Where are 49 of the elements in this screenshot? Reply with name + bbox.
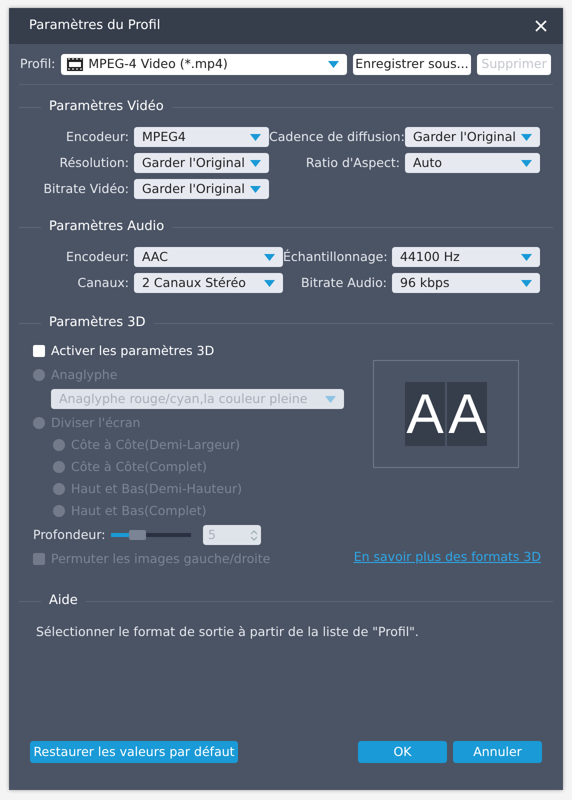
dropdown[interactable]: Auto bbox=[405, 153, 540, 173]
depth-label: Profondeur: bbox=[33, 526, 106, 544]
profile-dropdown[interactable]: MPEG-4 Video (*.mp4) bbox=[61, 54, 347, 75]
dropdown-caret-icon bbox=[250, 186, 261, 192]
window-title: Paramètres du Profil bbox=[29, 17, 160, 36]
dropdown-caret-icon bbox=[521, 160, 532, 166]
field-label: Échantillonnage: bbox=[283, 248, 389, 266]
spinner-arrows-icon bbox=[251, 530, 257, 540]
preview-letter: A bbox=[447, 382, 487, 446]
section-title: Paramètres 3D bbox=[48, 314, 147, 332]
checkbox[interactable] bbox=[33, 345, 45, 357]
dropdown[interactable]: AAC bbox=[134, 247, 283, 267]
dropdown[interactable]: Garder l'Original bbox=[134, 179, 269, 199]
section-title: Aide bbox=[48, 592, 79, 610]
checkbox-label: Activer les paramètres 3D bbox=[51, 342, 214, 360]
preview-letter: A bbox=[405, 382, 445, 446]
dropdown-caret-icon bbox=[521, 280, 532, 286]
film-icon bbox=[67, 58, 84, 71]
dropdown[interactable]: MPEG4 bbox=[134, 127, 269, 147]
field-label: Cadence de diffusion: bbox=[269, 128, 405, 146]
field-label: Encodeur: bbox=[64, 128, 130, 146]
slider-thumb[interactable] bbox=[129, 530, 146, 540]
field-label: Bitrate Vidéo: bbox=[42, 180, 130, 198]
dropdown[interactable]: 44100 Hz bbox=[392, 247, 540, 267]
dropdown-caret-icon bbox=[521, 134, 532, 140]
section-title: Paramètres Vidéo bbox=[48, 98, 165, 116]
dropdown[interactable]: 2 Canaux Stéréo bbox=[134, 273, 283, 293]
close-icon[interactable] bbox=[535, 20, 547, 32]
dropdown-caret-icon bbox=[264, 254, 275, 260]
profile-label: Profil: bbox=[20, 55, 56, 74]
dropdown-caret-icon bbox=[264, 280, 275, 286]
field-label: Bitrate Audio: bbox=[300, 274, 388, 292]
section-title: Paramètres Audio bbox=[48, 218, 166, 236]
depth-slider[interactable] bbox=[111, 533, 191, 537]
field-label: Résolution: bbox=[58, 154, 130, 172]
dropdown-caret-icon bbox=[521, 254, 532, 260]
dropdown-caret-icon bbox=[250, 134, 261, 140]
profile-button[interactable]: Enregistrer sous... bbox=[352, 54, 472, 75]
help-text: Sélectionner le format de sortie à partir de la liste de "Profil". bbox=[36, 623, 420, 641]
field-label: Canaux: bbox=[76, 274, 130, 292]
dropdown[interactable]: Garder l'Original bbox=[405, 127, 540, 147]
profile-value: MPEG-4 Video (*.mp4) bbox=[88, 55, 228, 74]
dropdown-caret-icon bbox=[328, 61, 339, 68]
field-label: Ratio d'Aspect: bbox=[304, 154, 401, 172]
field-label: Encodeur: bbox=[64, 248, 130, 266]
dropdown[interactable]: Garder l'Original bbox=[134, 153, 269, 173]
dropdown[interactable]: 96 kbps bbox=[392, 273, 540, 293]
dropdown-caret-icon bbox=[250, 160, 261, 166]
dropdown-caret-icon bbox=[325, 396, 336, 402]
